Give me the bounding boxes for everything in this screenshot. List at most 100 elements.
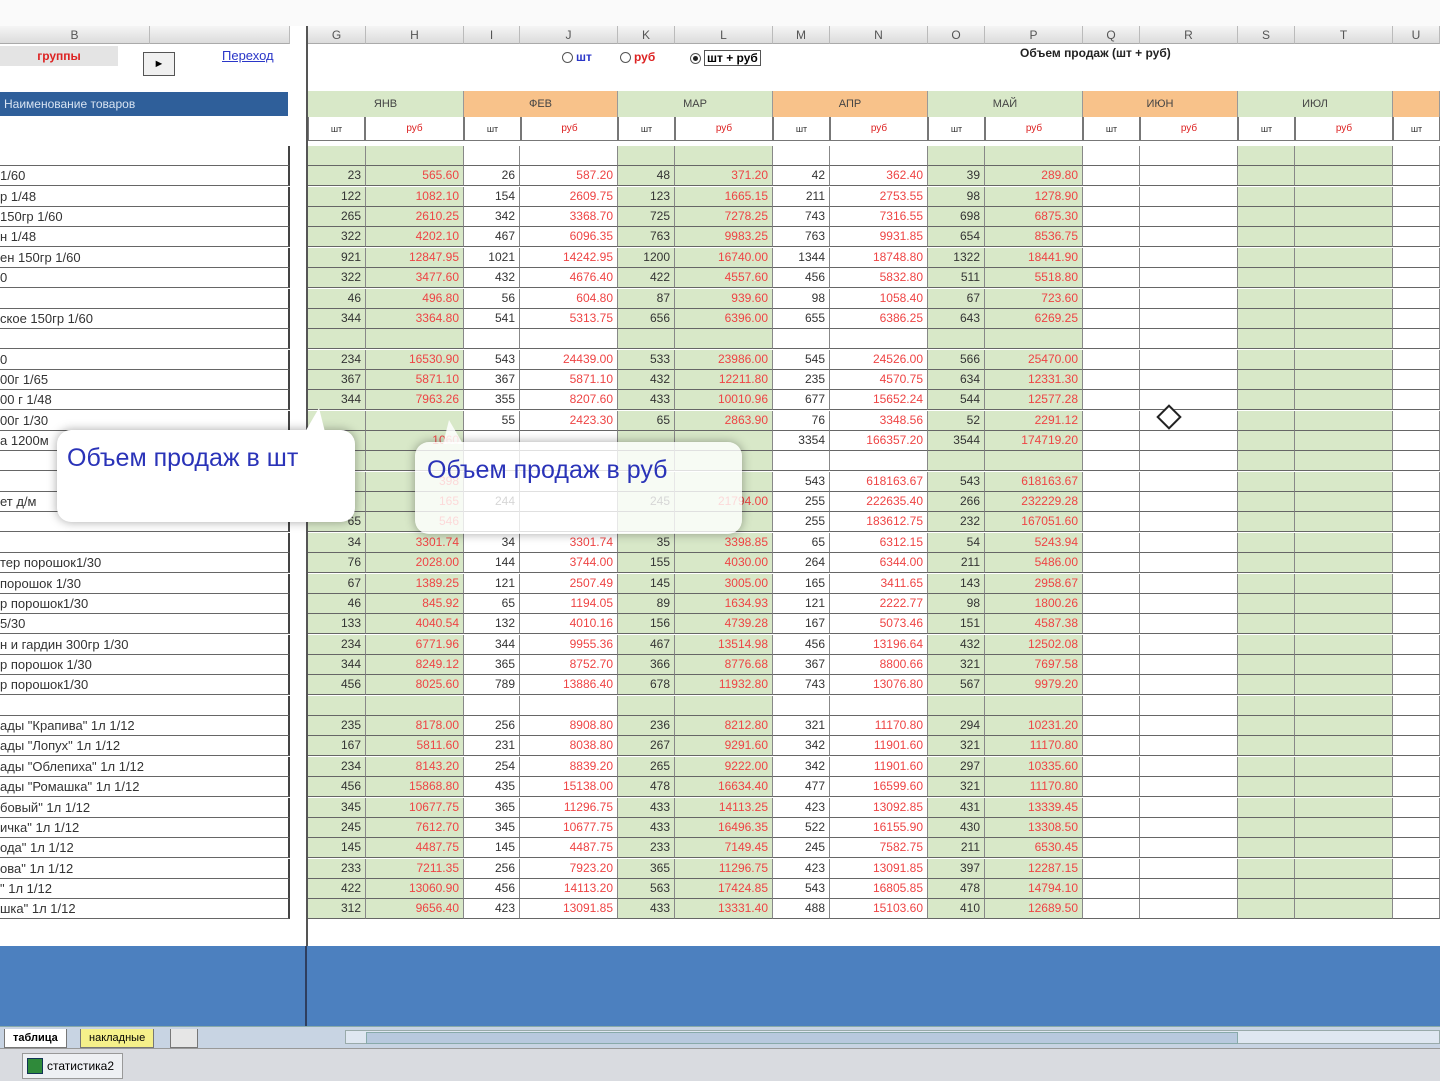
empty-cell[interactable] <box>1238 349 1295 370</box>
rub-cell[interactable]: 15868.80 <box>366 777 464 798</box>
qty-cell[interactable]: 544 <box>928 390 985 411</box>
qty-cell[interactable]: 433 <box>618 797 675 818</box>
qty-cell[interactable]: 456 <box>773 634 830 655</box>
rub-cell[interactable]: 618163.67 <box>985 471 1083 492</box>
qty-cell[interactable]: 342 <box>773 736 830 757</box>
rub-cell[interactable]: 2958.67 <box>985 573 1083 594</box>
qty-cell[interactable]: 155 <box>618 553 675 574</box>
empty-cell[interactable] <box>1238 695 1295 716</box>
rub-cell[interactable]: 13091.85 <box>830 858 928 879</box>
empty-cell[interactable] <box>1140 329 1238 350</box>
empty-cell[interactable] <box>1393 593 1440 614</box>
qty-cell[interactable]: 365 <box>618 858 675 879</box>
qty-cell[interactable]: 477 <box>773 777 830 798</box>
empty-cell[interactable] <box>1238 451 1295 472</box>
empty-cell[interactable] <box>1140 878 1238 899</box>
rub-cell[interactable]: 2863.90 <box>675 410 773 431</box>
empty-cell[interactable] <box>1140 858 1238 879</box>
rub-cell[interactable]: 5243.94 <box>985 532 1083 553</box>
qty-cell[interactable]: 56 <box>464 288 520 309</box>
qty-cell[interactable]: 677 <box>773 390 830 411</box>
empty-cell[interactable] <box>1393 451 1440 472</box>
empty-cell[interactable] <box>1140 573 1238 594</box>
qty-cell[interactable]: 423 <box>773 858 830 879</box>
rub-cell[interactable]: 16496.35 <box>675 817 773 838</box>
qty-cell[interactable]: 132 <box>464 614 520 635</box>
qty-cell[interactable]: 236 <box>618 716 675 737</box>
rub-cell[interactable]: 24526.00 <box>830 349 928 370</box>
rub-cell[interactable]: 7149.45 <box>675 838 773 859</box>
rub-cell[interactable]: 6530.45 <box>985 838 1083 859</box>
rub-cell[interactable]: 10231.20 <box>985 716 1083 737</box>
rub-cell[interactable]: 362.40 <box>830 166 928 187</box>
rub-cell[interactable]: 13060.90 <box>366 878 464 899</box>
empty-cell[interactable] <box>1393 471 1440 492</box>
qty-cell[interactable]: 121 <box>773 593 830 614</box>
empty-cell[interactable] <box>1295 146 1393 166</box>
qty-cell[interactable]: 342 <box>773 756 830 777</box>
qty-cell[interactable]: 55 <box>464 410 520 431</box>
empty-cell[interactable] <box>1083 186 1140 207</box>
empty-cell[interactable] <box>1295 716 1393 737</box>
qty-cell[interactable]: 655 <box>773 308 830 329</box>
rub-cell[interactable]: 4739.28 <box>675 614 773 635</box>
rub-cell[interactable]: 3744.00 <box>520 553 618 574</box>
rub-cell[interactable]: 6312.15 <box>830 532 928 553</box>
rub-cell[interactable]: 13196.64 <box>830 634 928 655</box>
rub-cell[interactable]: 587.20 <box>520 166 618 187</box>
rub-cell[interactable]: 13091.85 <box>520 899 618 920</box>
qty-cell[interactable]: 435 <box>464 777 520 798</box>
rub-cell[interactable]: 4557.60 <box>675 268 773 289</box>
qty-cell[interactable]: 423 <box>773 797 830 818</box>
empty-cell[interactable] <box>1393 736 1440 757</box>
rub-cell[interactable]: 1389.25 <box>366 573 464 594</box>
empty-cell[interactable] <box>1295 207 1393 228</box>
qty-cell[interactable]: 656 <box>618 308 675 329</box>
rub-cell[interactable]: 2609.75 <box>520 186 618 207</box>
qty-cell[interactable]: 167 <box>773 614 830 635</box>
qty-cell[interactable]: 1344 <box>773 247 830 268</box>
empty-cell[interactable] <box>1083 858 1140 879</box>
product-name-cell[interactable]: 5/30 <box>0 614 290 635</box>
rub-cell[interactable]: 4202.10 <box>366 227 464 248</box>
qty-cell[interactable]: 145 <box>464 838 520 859</box>
rub-cell[interactable]: 8776.68 <box>675 655 773 675</box>
empty-cell[interactable] <box>1238 308 1295 329</box>
rub-cell[interactable]: 5811.60 <box>366 736 464 757</box>
rub-cell[interactable]: 9656.40 <box>366 899 464 920</box>
rub-cell[interactable]: 371.20 <box>675 166 773 187</box>
empty-cell[interactable] <box>1140 716 1238 737</box>
qty-cell[interactable]: 344 <box>464 634 520 655</box>
qty-cell[interactable]: 543 <box>464 349 520 370</box>
qty-cell[interactable]: 423 <box>464 899 520 920</box>
qty-cell[interactable]: 433 <box>618 390 675 411</box>
empty-cell[interactable] <box>1393 288 1440 309</box>
rub-cell[interactable]: 7923.20 <box>520 858 618 879</box>
rub-cell[interactable]: 9955.36 <box>520 634 618 655</box>
rub-cell[interactable] <box>985 695 1083 716</box>
rub-cell[interactable]: 1194.05 <box>520 593 618 614</box>
qty-cell[interactable] <box>928 695 985 716</box>
rub-cell[interactable]: 11170.80 <box>830 716 928 737</box>
empty-cell[interactable] <box>1393 716 1440 737</box>
empty-cell[interactable] <box>1295 593 1393 614</box>
empty-cell[interactable] <box>1238 146 1295 166</box>
qty-cell[interactable]: 52 <box>928 410 985 431</box>
rub-cell[interactable]: 25470.00 <box>985 349 1083 370</box>
rub-cell[interactable]: 232229.28 <box>985 492 1083 513</box>
empty-cell[interactable] <box>1393 838 1440 859</box>
empty-cell[interactable] <box>1295 777 1393 798</box>
product-name-cell[interactable]: порошок 1/30 <box>0 573 290 594</box>
rub-cell[interactable]: 5871.10 <box>520 369 618 390</box>
rub-cell[interactable]: 16805.85 <box>830 878 928 899</box>
rub-cell[interactable]: 618163.67 <box>830 471 928 492</box>
empty-cell[interactable] <box>1295 308 1393 329</box>
rub-cell[interactable]: 14242.95 <box>520 247 618 268</box>
empty-cell[interactable] <box>1238 471 1295 492</box>
qty-cell[interactable]: 67 <box>928 288 985 309</box>
qty-cell[interactable] <box>928 146 985 166</box>
rub-cell[interactable]: 4030.00 <box>675 553 773 574</box>
rub-cell[interactable]: 3301.74 <box>366 532 464 553</box>
empty-cell[interactable] <box>1140 207 1238 228</box>
empty-cell[interactable] <box>1140 268 1238 289</box>
